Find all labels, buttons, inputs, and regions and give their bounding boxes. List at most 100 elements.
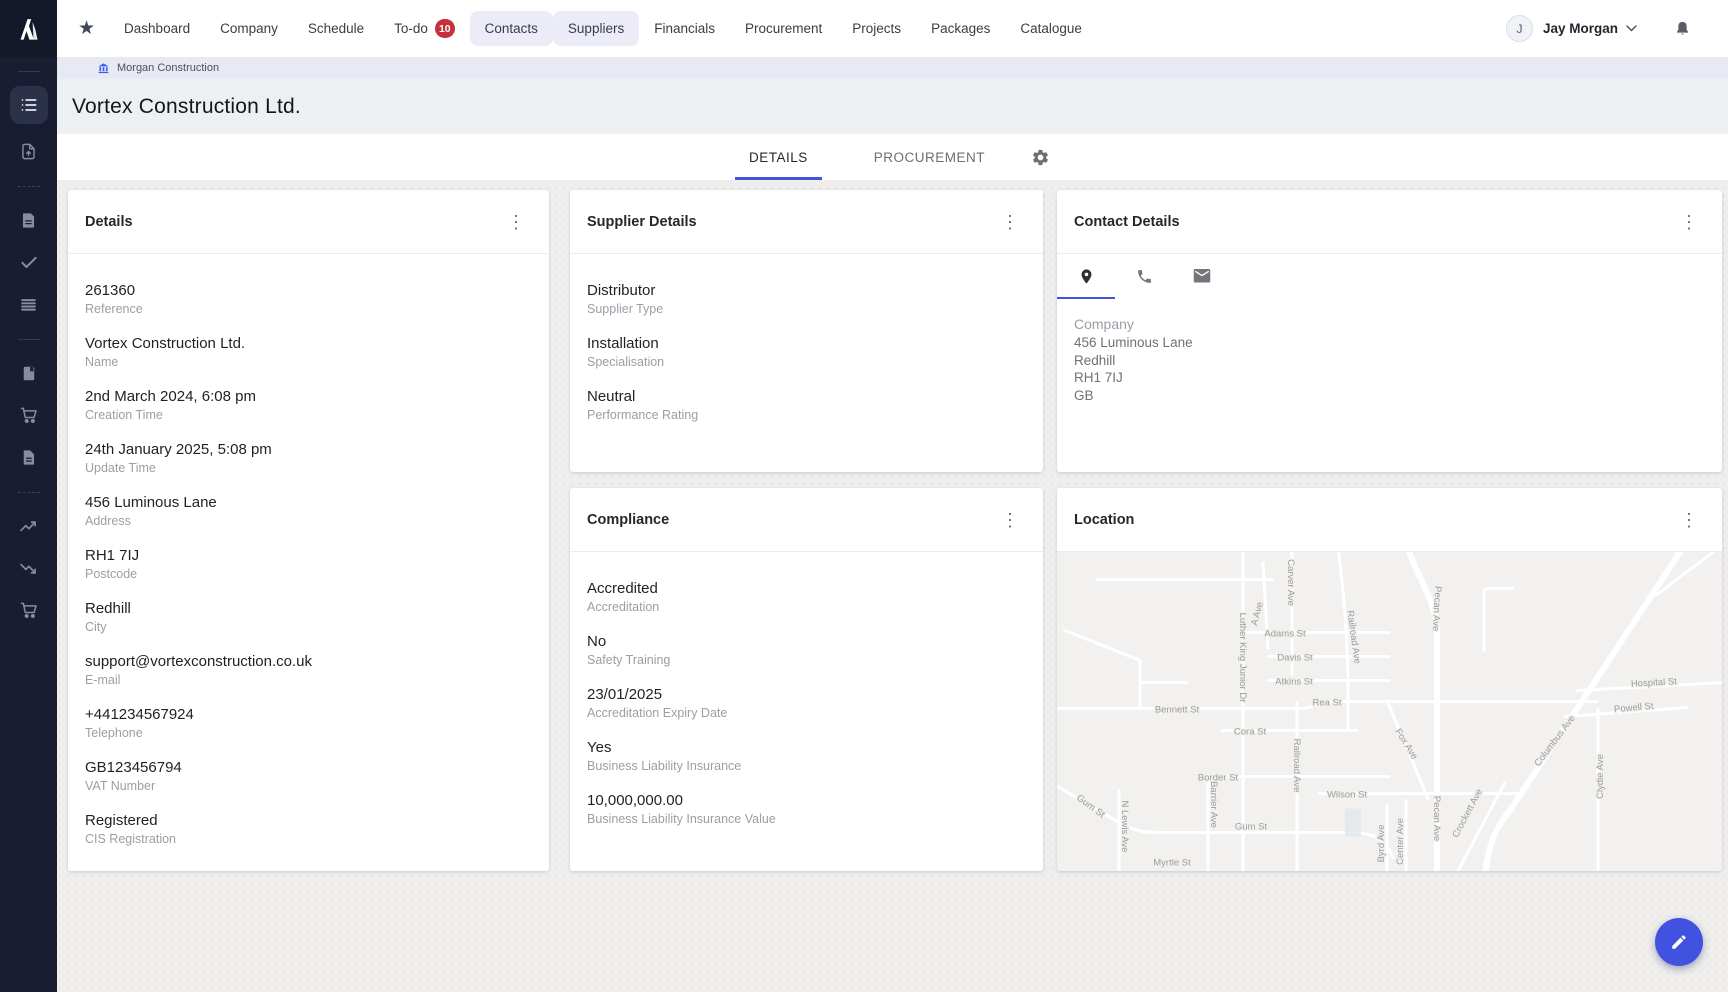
- todo-count-badge: 10: [435, 19, 455, 38]
- field-value: Neutral: [587, 386, 1026, 407]
- edit-fab-button[interactable]: [1655, 918, 1703, 966]
- street-label: Cora St: [1234, 727, 1267, 738]
- street-label: Fox Ave: [1392, 727, 1419, 762]
- card-title: Contact Details: [1074, 214, 1676, 230]
- user-name[interactable]: Jay Morgan: [1543, 21, 1618, 36]
- nav-item[interactable]: Suppliers: [553, 11, 639, 46]
- phone-icon: [1136, 268, 1153, 285]
- field: 23/01/2025 Accreditation Expiry Date: [587, 684, 1026, 722]
- favorite-star-icon[interactable]: ★: [78, 19, 95, 38]
- nav-item[interactable]: Contacts: [470, 11, 553, 46]
- main-nav: Dashboard Company Schedule To-do 10 Cont…: [109, 9, 1097, 48]
- card-title: Details: [85, 214, 503, 230]
- chevron-down-icon[interactable]: [1626, 25, 1637, 32]
- kebab-menu-icon[interactable]: ⋮: [1676, 209, 1702, 235]
- nav-item[interactable]: To-do 10: [379, 9, 469, 48]
- top-navbar: ★ Dashboard Company Schedule To-do 10: [57, 0, 1728, 57]
- left-sidebar: [0, 57, 57, 992]
- nav-item[interactable]: Projects: [837, 11, 916, 46]
- field: 456 Luminous Lane Address: [85, 492, 532, 530]
- field: Installation Specialisation: [587, 333, 1026, 371]
- field-label: Business Liability Insurance Value: [587, 811, 1026, 828]
- street-label: Center Ave: [1395, 818, 1406, 865]
- sidebar-item-approvals[interactable]: [10, 243, 48, 281]
- notifications-bell-icon[interactable]: [1673, 19, 1692, 39]
- page-title: Vortex Construction Ltd.: [72, 95, 301, 119]
- tab-settings-gear-icon[interactable]: [1031, 148, 1050, 167]
- field-value: 2nd March 2024, 6:08 pm: [85, 386, 532, 407]
- sidebar-divider: [18, 186, 40, 187]
- field: Registered CIS Registration: [85, 810, 532, 848]
- street-label: Powell St: [1614, 701, 1655, 715]
- street-label: Davis St: [1277, 653, 1313, 664]
- nav-item[interactable]: Financials: [639, 11, 730, 46]
- tab-details[interactable]: DETAILS: [735, 134, 822, 180]
- breadcrumb-company: Morgan Construction: [117, 62, 219, 74]
- sidebar-item-documents[interactable]: [10, 201, 48, 239]
- kebab-menu-icon[interactable]: ⋮: [997, 209, 1023, 235]
- supplier-details-card: Supplier Details ⋮ Distributor Supplier …: [570, 190, 1043, 472]
- kebab-menu-icon[interactable]: ⋮: [503, 209, 529, 235]
- street-label: Bennett St: [1155, 705, 1200, 716]
- nav-item[interactable]: Catalogue: [1005, 11, 1097, 46]
- sidebar-item-purchases[interactable]: [10, 396, 48, 434]
- tab-phone[interactable]: [1115, 254, 1173, 299]
- location-card: Location ⋮: [1057, 488, 1722, 871]
- sidebar-item-invoices[interactable]: [10, 438, 48, 476]
- user-avatar[interactable]: J: [1506, 15, 1533, 42]
- nav-item[interactable]: Dashboard: [109, 11, 205, 46]
- street-label: Luther King Junior Dr: [1237, 613, 1248, 703]
- kebab-menu-icon[interactable]: ⋮: [1676, 507, 1702, 533]
- field: Accredited Accreditation: [587, 578, 1026, 616]
- field: 2nd March 2024, 6:08 pm Creation Time: [85, 386, 532, 424]
- field-value: GB123456794: [85, 757, 532, 778]
- sidebar-item-expenses[interactable]: [10, 549, 48, 587]
- field-label: Address: [85, 513, 532, 530]
- field-value: 456 Luminous Lane: [85, 492, 532, 513]
- sidebar-item-file-upload[interactable]: [10, 132, 48, 170]
- nav-item[interactable]: Company: [205, 11, 293, 46]
- document-icon: [19, 211, 38, 230]
- field-value: Yes: [587, 737, 1026, 758]
- app-logo[interactable]: [0, 0, 57, 57]
- map-canvas[interactable]: Luther King Junior Dr A Ave Carver Ave A…: [1057, 552, 1722, 871]
- location-card-header: Location ⋮: [1057, 488, 1722, 552]
- street-label: Hospital St: [1631, 676, 1678, 689]
- field-value: +441234567924: [85, 704, 532, 725]
- field: 261360 Reference: [85, 280, 532, 318]
- street-label: N Lewis Ave: [1119, 800, 1130, 852]
- nav-item[interactable]: Procurement: [730, 11, 837, 46]
- field-label: VAT Number: [85, 778, 532, 795]
- sidebar-item-catalogue-book[interactable]: [10, 354, 48, 392]
- field-label: Accreditation Expiry Date: [587, 705, 1026, 722]
- field-value: No: [587, 631, 1026, 652]
- field-label: E-mail: [85, 672, 532, 689]
- tab-address[interactable]: [1057, 254, 1115, 299]
- field: support@vortexconstruction.co.uk E-mail: [85, 651, 532, 689]
- kebab-menu-icon[interactable]: ⋮: [997, 507, 1023, 533]
- field: 10,000,000.00 Business Liability Insuran…: [587, 790, 1026, 828]
- breadcrumb[interactable]: Morgan Construction: [97, 62, 219, 75]
- street-label: Barrier Ave: [1208, 781, 1219, 828]
- field: Yes Business Liability Insurance: [587, 737, 1026, 775]
- nav-item[interactable]: Packages: [916, 11, 1005, 46]
- address-line: GB: [1074, 387, 1705, 405]
- field-value: 23/01/2025: [587, 684, 1026, 705]
- tab-email[interactable]: [1173, 254, 1231, 299]
- compliance-card-header: Compliance ⋮: [570, 488, 1043, 552]
- address-lines: 456 Luminous LaneRedhillRH1 7IJGB: [1074, 334, 1705, 404]
- field: Neutral Performance Rating: [587, 386, 1026, 424]
- sidebar-item-procurement-cart[interactable]: [10, 591, 48, 629]
- sidebar-divider: [18, 492, 40, 493]
- sidebar-item-income[interactable]: [10, 507, 48, 545]
- invoice-document-icon: [19, 448, 38, 467]
- street-label: Pecan Ave: [1430, 586, 1443, 632]
- sidebar-item-rows[interactable]: [10, 285, 48, 323]
- nav-item[interactable]: Schedule: [293, 11, 379, 46]
- field: Redhill City: [85, 598, 532, 636]
- street-label: Gum St: [1235, 822, 1268, 833]
- mail-icon: [1193, 269, 1211, 284]
- street-label: Rea St: [1312, 698, 1341, 709]
- sidebar-item-list[interactable]: [10, 86, 48, 124]
- tab-procurement[interactable]: PROCUREMENT: [860, 134, 999, 180]
